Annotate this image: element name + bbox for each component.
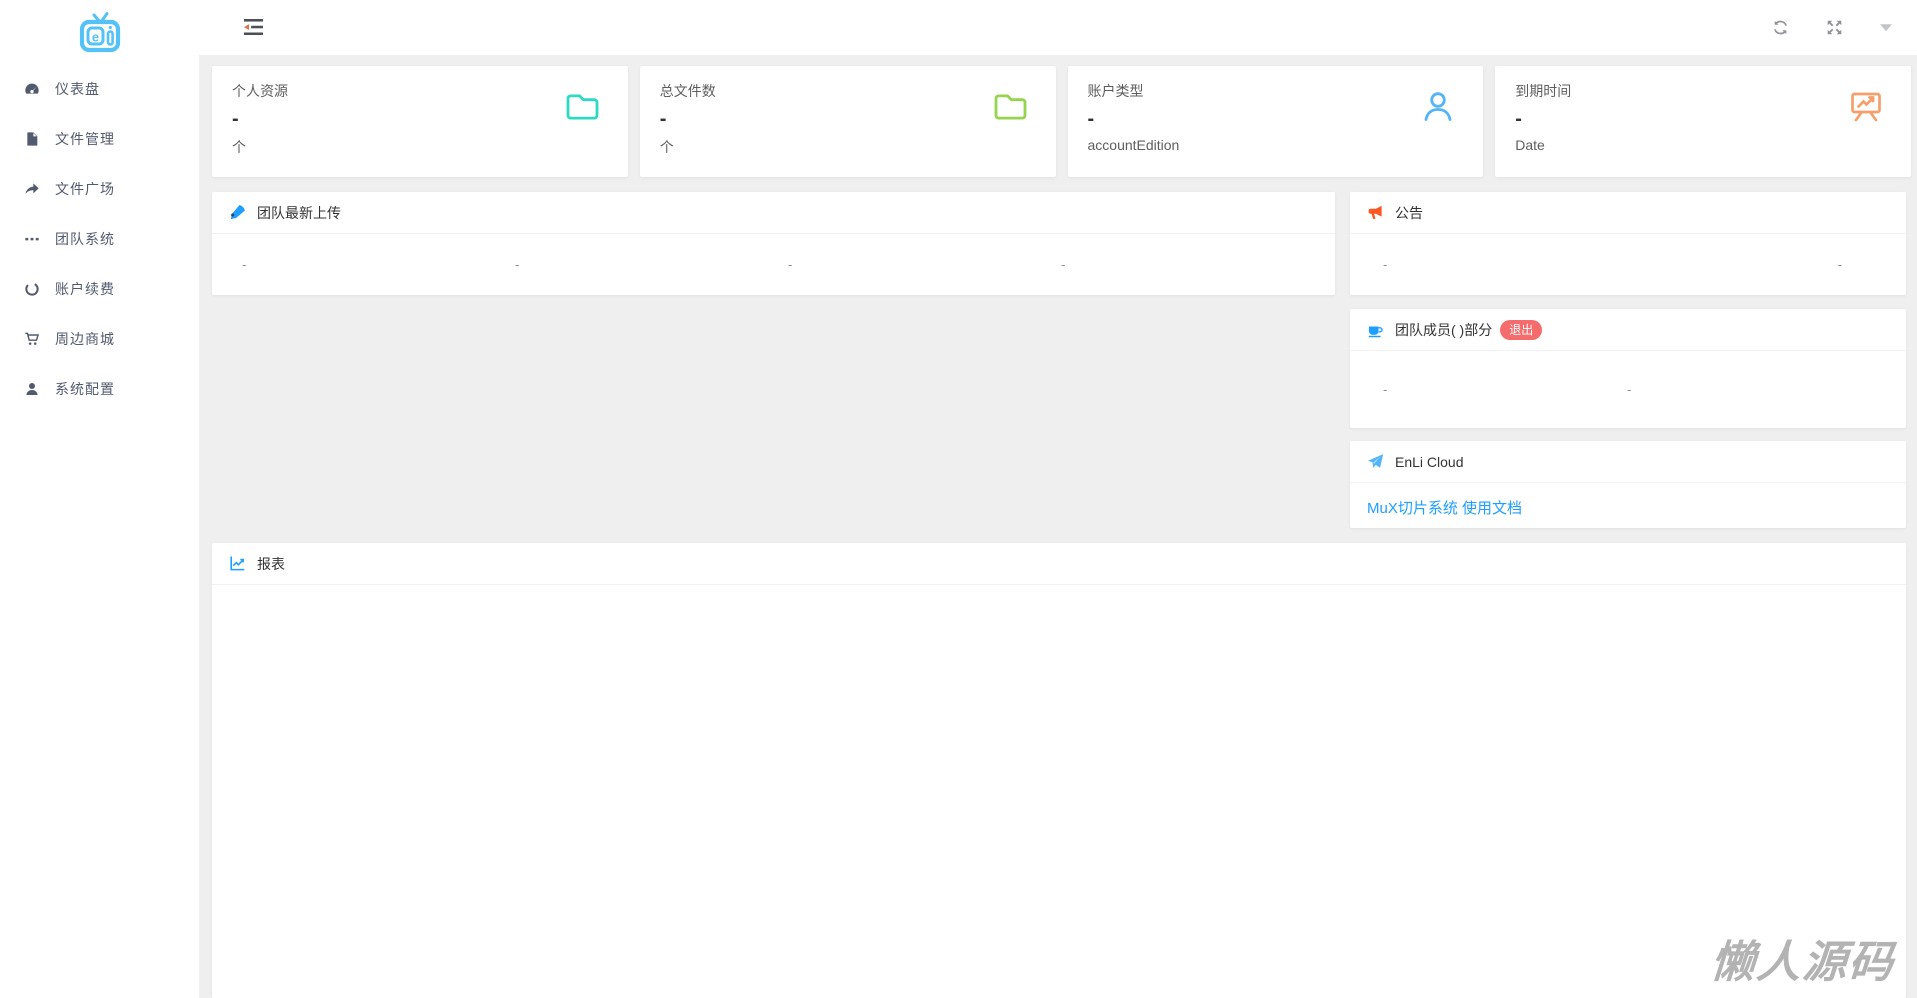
person-icon [1420,88,1456,124]
chart-line-icon [229,555,246,572]
sidebar-item-file-square[interactable]: 文件广场 [0,164,199,214]
megaphone-icon [1367,204,1384,221]
report-panel: 报表 [212,543,1906,998]
fullscreen-icon [1827,20,1842,35]
panel-title: 团队最新上传 [257,204,341,221]
sidebar: e 仪表盘 文件管理 文件广场 团队系统 账户续费 周边商城 系统配置 [0,0,199,998]
caret-down-icon [1880,24,1892,32]
shopping-cart-icon [23,330,41,348]
announcement-panel: 公告 - - [1350,192,1906,295]
cup-icon [1367,321,1384,338]
outdent-icon [244,19,263,36]
svg-text:e: e [91,30,98,45]
sidebar-item-dashboard[interactable]: 仪表盘 [0,64,199,114]
refresh-button[interactable] [1772,19,1789,36]
folder-icon [993,88,1029,124]
stat-cards-row: 个人资源 - 个 总文件数 - 个 账户类型 - accountEdition [212,66,1911,177]
announcement-body: - - [1350,234,1906,294]
placeholder-dash: - [1061,256,1066,272]
sidebar-item-system-config[interactable]: 系统配置 [0,364,199,414]
report-header: 报表 [212,543,1906,585]
sidebar-item-label: 文件广场 [55,181,115,197]
panel-title: 公告 [1395,204,1423,221]
file-icon [23,130,41,148]
stat-card-expiry: 到期时间 - Date [1495,66,1911,177]
stat-card-unit: 个 [232,139,246,155]
dashboard-gauge-icon [23,80,41,98]
sidebar-collapse-button[interactable] [244,19,263,36]
sidebar-menu: 仪表盘 文件管理 文件广场 团队系统 账户续费 周边商城 系统配置 [0,64,199,414]
placeholder-dash: - [242,256,247,272]
exit-team-badge[interactable]: 退出 [1500,319,1543,340]
stat-card-unit: 个 [659,139,674,155]
stat-card-title: 到期时间 [1515,83,1572,99]
team-members-header: 团队成员( )部分 退出 [1350,309,1906,351]
stat-card-personal-resources: 个人资源 - 个 [212,66,628,177]
ellipsis-icon [23,230,41,248]
placeholder-dash: - [788,256,793,272]
placeholder-dash: - [1837,256,1842,272]
stat-card-title: 总文件数 [659,83,716,99]
user-icon [23,380,41,398]
mux-docs-link[interactable]: MuX切片系统 使用文档 [1367,500,1522,517]
stat-card-total-files: 总文件数 - 个 [639,66,1056,177]
sidebar-item-team-system[interactable]: 团队系统 [0,214,199,264]
placeholder-dash: - [1383,381,1388,397]
panel-title: 报表 [257,555,285,572]
fullscreen-button[interactable] [1826,19,1843,36]
sidebar-item-label: 仪表盘 [55,81,100,97]
sidebar-item-label: 文件管理 [55,131,115,147]
circle-notch-icon [23,280,41,298]
sidebar-item-label: 系统配置 [55,381,115,397]
placeholder-dash: - [1383,256,1388,272]
team-members-body: - - [1350,351,1906,427]
stat-card-value: - [232,108,239,130]
announcement-header: 公告 [1350,192,1906,234]
sidebar-item-label: 团队系统 [55,231,115,247]
panel-title: 团队成员( )部分 [1395,321,1493,338]
stat-card-title: 个人资源 [232,83,288,99]
watermark: 懒人源码 [1708,938,1897,987]
topbar [199,0,1917,55]
placeholder-dash: - [515,256,520,272]
folder-icon [565,88,601,124]
placeholder-dash: - [1627,381,1632,397]
stat-card-account-type: 账户类型 - accountEdition [1067,66,1484,177]
enli-cloud-header: EnLi Cloud [1350,441,1906,483]
sidebar-item-label: 账户续费 [55,281,115,297]
dashboard-content: 个人资源 - 个 总文件数 - 个 账户类型 - accountEdition [199,55,1917,998]
stat-card-unit: accountEdition [1087,137,1180,153]
enli-cloud-panel: EnLi Cloud MuX切片系统 使用文档 [1350,441,1906,528]
panel-title: EnLi Cloud [1395,453,1464,470]
stat-card-value: - [659,108,667,130]
refresh-icon [1774,20,1787,35]
topbar-actions [1772,0,1892,55]
sidebar-item-file-management[interactable]: 文件管理 [0,114,199,164]
team-uploads-header: 团队最新上传 [212,192,1335,234]
share-arrow-icon [23,180,41,198]
user-dropdown-caret[interactable] [1880,23,1892,32]
presentation-chart-icon [1848,88,1884,124]
enli-cloud-body: MuX切片系统 使用文档 [1350,483,1906,532]
sidebar-item-label: 周边商城 [55,331,115,347]
sidebar-item-mall[interactable]: 周边商城 [0,314,199,364]
stat-card-unit: Date [1515,137,1545,153]
stat-card-value: - [1087,108,1095,130]
team-members-panel: 团队成员( )部分 退出 - - [1350,309,1906,428]
team-uploads-body: - - - - [212,234,1335,294]
tv-logo-icon: e [79,12,120,53]
paper-plane-icon [1367,453,1384,470]
pen-icon [229,204,246,221]
stat-card-value: - [1515,108,1522,130]
team-uploads-panel: 团队最新上传 - - - - [212,192,1335,295]
sidebar-item-account-renewal[interactable]: 账户续费 [0,264,199,314]
stat-card-title: 账户类型 [1087,83,1144,99]
app-window: e 仪表盘 文件管理 文件广场 团队系统 账户续费 周边商城 系统配置 个人资源… [0,0,1917,998]
